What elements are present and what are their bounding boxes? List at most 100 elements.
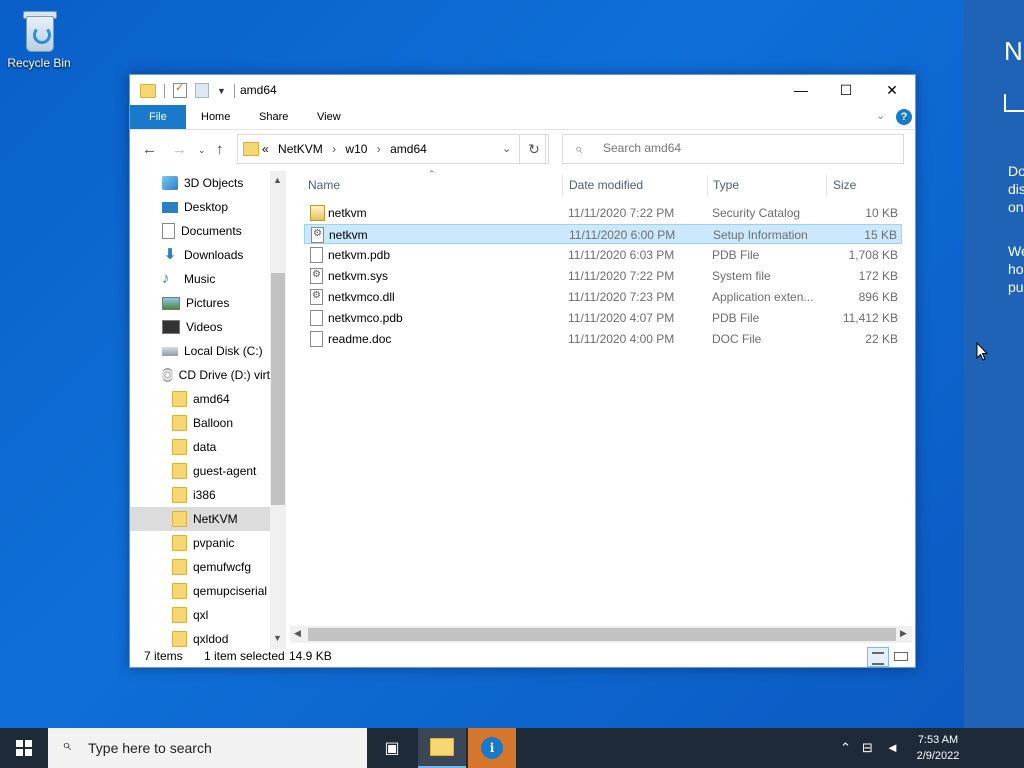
- help-button[interactable]: ?: [896, 109, 912, 125]
- nav-item-music[interactable]: ♪ Music: [130, 267, 270, 291]
- new-folder-icon[interactable]: [195, 83, 209, 98]
- nav-item-qemupciserial[interactable]: qemupciserial: [130, 579, 270, 603]
- file-row[interactable]: netkvm 11/11/2020 6:00 PM Setup Informatio…: [304, 224, 902, 244]
- address-bar[interactable]: « NetKVM › w10 › amd64 ⌄: [237, 134, 546, 164]
- scroll-up-icon[interactable]: ▲: [273, 175, 282, 185]
- navigation-pane: 3D Objects Desktop Documents ⬇ Downloads ♪ Mus…: [130, 171, 286, 649]
- nav-item-desktop[interactable]: Desktop: [130, 195, 270, 219]
- system-clock[interactable]: 7:53 AM 2/9/2022: [912, 732, 964, 764]
- file-size: 896 KB: [858, 290, 898, 304]
- nav-item-i386[interactable]: i386: [130, 483, 270, 507]
- tab-view[interactable]: View: [303, 105, 355, 129]
- scroll-right-icon[interactable]: ▶: [900, 628, 907, 639]
- nav-item-local-disk-c[interactable]: Local Disk (C:): [130, 339, 270, 363]
- system-file-icon: [310, 268, 323, 284]
- network-disconnected-icon[interactable]: ⊟: [862, 740, 873, 756]
- details-view-button[interactable]: [867, 647, 889, 667]
- file-row[interactable]: netkvm 11/11/2020 7:22 PM Security Catalog…: [304, 203, 902, 223]
- column-header-type[interactable]: Type: [713, 171, 739, 199]
- start-button[interactable]: [0, 728, 48, 768]
- nav-item-amd64[interactable]: amd64: [130, 387, 270, 411]
- nav-item-label: Videos: [186, 320, 223, 334]
- nav-item-qemufwcfg[interactable]: qemufwcfg: [130, 555, 270, 579]
- tab-home[interactable]: Home: [187, 105, 244, 129]
- search-box[interactable]: ⌕: [562, 134, 904, 164]
- tab-file[interactable]: File: [130, 105, 186, 129]
- show-hidden-icons-chevron-icon[interactable]: ⌃: [840, 740, 851, 756]
- nav-item-3d-objects[interactable]: 3D Objects: [130, 171, 270, 195]
- chevron-right-icon[interactable]: ›: [332, 142, 336, 156]
- nav-item-documents[interactable]: Documents: [130, 219, 270, 243]
- up-button[interactable]: ↑: [216, 141, 224, 158]
- folder-icon: [172, 535, 187, 551]
- scroll-left-icon[interactable]: ◀: [294, 628, 301, 639]
- breadcrumb-amd64[interactable]: amd64: [390, 142, 427, 156]
- navigation-bar: ← → ⌄ ↑ « NetKVM › w10 › amd64 ⌄ ↻ ⌕: [130, 133, 915, 167]
- taskbar-file-explorer[interactable]: [418, 728, 466, 768]
- volume-muted-icon[interactable]: ◄: [886, 740, 899, 755]
- file-row[interactable]: netkvmco.dll 11/11/2020 7:23 PM Applicatio…: [304, 287, 902, 307]
- recycle-bin[interactable]: Recycle Bin: [6, 8, 72, 70]
- nav-item-pvpanic[interactable]: pvpanic: [130, 531, 270, 555]
- folder-icon: [140, 83, 156, 98]
- file-row[interactable]: netkvmco.pdb 11/11/2020 4:07 PM PDB File 11…: [304, 308, 902, 328]
- breadcrumb-w10[interactable]: w10: [345, 142, 367, 156]
- nav-item-label: Desktop: [184, 200, 229, 214]
- videos-icon: [162, 320, 180, 334]
- recent-locations-dropdown[interactable]: ⌄: [198, 145, 206, 156]
- close-button[interactable]: ✕: [869, 75, 915, 105]
- file-row[interactable]: readme.doc 11/11/2020 4:00 PM DOC File 22 K…: [304, 329, 902, 349]
- breadcrumb-overflow[interactable]: «: [262, 142, 269, 156]
- taskbar-info-app[interactable]: i: [468, 728, 516, 768]
- nav-item-balloon[interactable]: Balloon: [130, 411, 270, 435]
- properties-icon[interactable]: [173, 81, 187, 98]
- large-icons-view-button[interactable]: [889, 647, 911, 667]
- documents-icon: [162, 223, 175, 239]
- scroll-down-icon[interactable]: ▼: [273, 633, 282, 643]
- column-header-size[interactable]: Size: [833, 171, 856, 199]
- nav-item-downloads[interactable]: ⬇ Downloads: [130, 243, 270, 267]
- customize-toolbar-dropdown-icon[interactable]: ▼: [217, 86, 226, 96]
- nav-item-videos[interactable]: Videos: [130, 315, 270, 339]
- nav-item-label: NetKVM: [193, 512, 238, 526]
- title-bar[interactable]: ▼ amd64 — ☐ ✕: [130, 75, 915, 105]
- window-title: amd64: [240, 83, 277, 97]
- file-date-modified: 11/11/2020 7:23 PM: [568, 290, 675, 304]
- file-size: 1,708 KB: [848, 248, 898, 262]
- nav-item-netkvm[interactable]: NetKVM: [130, 507, 270, 531]
- refresh-button[interactable]: ↻: [519, 134, 549, 164]
- navigation-pane-scrollbar[interactable]: ▲ ▼: [270, 171, 286, 649]
- tab-share[interactable]: Share: [245, 105, 302, 129]
- file-name: netkvm.sys: [328, 269, 389, 283]
- column-header-name[interactable]: Name: [308, 171, 340, 199]
- network-panel-text-6: pu: [1008, 279, 1024, 295]
- task-view-icon[interactable]: ▣: [380, 728, 404, 768]
- scrollbar-thumb[interactable]: [308, 628, 896, 641]
- nav-item-pictures[interactable]: Pictures: [130, 291, 270, 315]
- file-row[interactable]: netkvm.sys 11/11/2020 7:22 PM System file 1…: [304, 266, 902, 286]
- nav-item-qxl[interactable]: qxl: [130, 603, 270, 627]
- folder-icon: [172, 415, 187, 431]
- expand-ribbon-icon[interactable]: ⌄: [876, 109, 885, 122]
- file-size: 10 KB: [865, 206, 898, 220]
- chevron-right-icon[interactable]: ›: [377, 142, 381, 156]
- maximize-button[interactable]: ☐: [823, 75, 869, 105]
- column-header-date-modified[interactable]: Date modified: [569, 171, 643, 199]
- search-input[interactable]: [601, 140, 895, 156]
- music-icon: ♪: [162, 270, 170, 287]
- forward-button[interactable]: →: [172, 141, 187, 158]
- taskbar-search-box[interactable]: ⌕ Type here to search: [48, 728, 367, 768]
- file-type: Setup Information: [713, 228, 808, 242]
- file-row[interactable]: netkvm.pdb 11/11/2020 6:03 PM PDB File 1,70…: [304, 245, 902, 265]
- details-view-icon: [872, 652, 884, 665]
- back-button[interactable]: ←: [142, 141, 157, 158]
- nav-item-data[interactable]: data: [130, 435, 270, 459]
- breadcrumb-netkvm[interactable]: NetKVM: [278, 142, 323, 156]
- address-dropdown-icon[interactable]: ⌄: [502, 142, 511, 155]
- file-size: 22 KB: [865, 332, 898, 346]
- nav-item-guest-agent[interactable]: guest-agent: [130, 459, 270, 483]
- horizontal-scrollbar[interactable]: ◀ ▶: [290, 626, 912, 643]
- scrollbar-thumb[interactable]: [271, 273, 285, 505]
- minimize-button[interactable]: —: [778, 75, 824, 105]
- nav-item-cd-drive-d-virt[interactable]: CD Drive (D:) virt: [130, 363, 270, 387]
